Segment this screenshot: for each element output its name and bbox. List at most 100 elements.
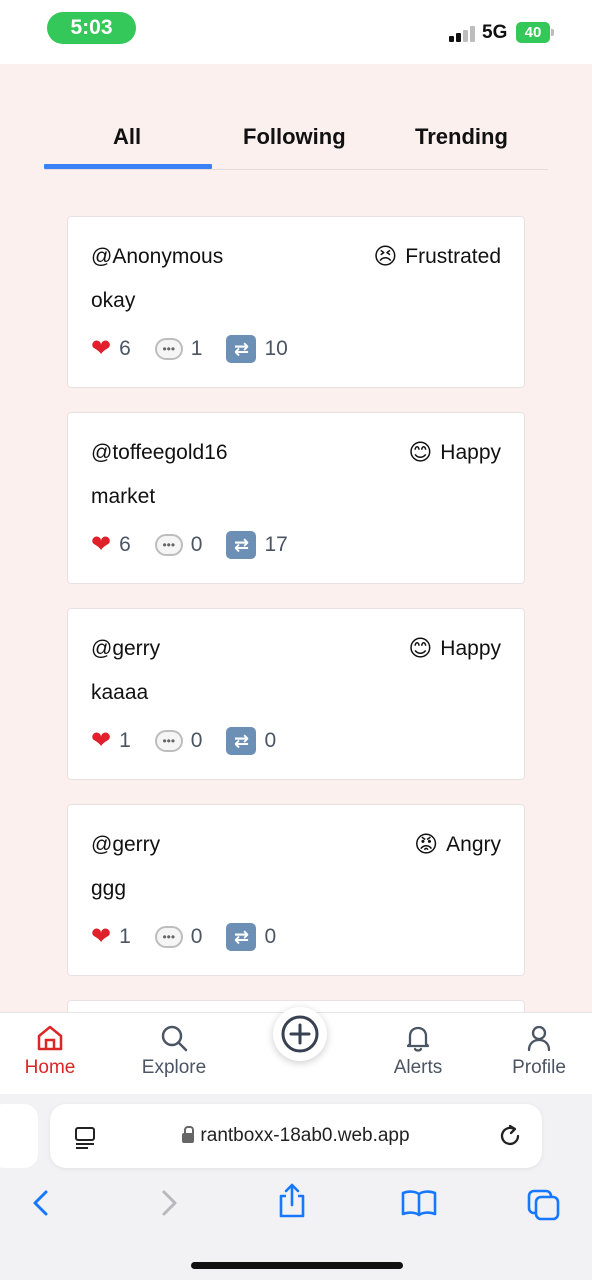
like-button[interactable]: ❤ 6 bbox=[91, 337, 131, 361]
back-arrow-icon[interactable] bbox=[28, 1188, 54, 1218]
network-type: 5G bbox=[482, 22, 508, 43]
post-username[interactable]: @toffeegold16 bbox=[91, 441, 228, 465]
post-stats: ❤ 6 ••• 0 ⇄ 17 bbox=[91, 531, 312, 559]
comment-bubble-icon: ••• bbox=[154, 730, 183, 752]
post-mood: 😊 Happy bbox=[408, 635, 501, 662]
like-button[interactable]: ❤ 1 bbox=[91, 729, 131, 753]
bookmarks-book-icon[interactable] bbox=[400, 1188, 438, 1218]
nav-profile[interactable]: Profile bbox=[489, 1023, 589, 1079]
forward-arrow-icon[interactable] bbox=[156, 1188, 182, 1218]
tabs-icon[interactable] bbox=[526, 1188, 562, 1222]
nav-explore[interactable]: Explore bbox=[124, 1023, 224, 1079]
comment-bubble-icon: ••• bbox=[154, 926, 183, 948]
share-icon[interactable] bbox=[276, 1182, 308, 1220]
post-mood-label: Angry bbox=[446, 832, 501, 856]
create-post-button[interactable] bbox=[273, 1007, 327, 1061]
like-count: 1 bbox=[119, 729, 131, 752]
comment-button[interactable]: ••• 1 bbox=[154, 337, 203, 361]
like-count: 1 bbox=[119, 925, 131, 948]
heart-icon: ❤ bbox=[91, 335, 112, 362]
repost-count: 17 bbox=[264, 533, 288, 556]
happy-emoji-icon: 😊 bbox=[408, 439, 433, 465]
repost-button[interactable]: ⇄ 10 bbox=[226, 335, 288, 363]
battery-icon: 40 bbox=[516, 22, 554, 43]
comment-button[interactable]: ••• 0 bbox=[154, 925, 203, 949]
heart-icon: ❤ bbox=[91, 727, 112, 754]
nav-explore-label: Explore bbox=[141, 1057, 207, 1078]
comment-button[interactable]: ••• 0 bbox=[154, 729, 203, 753]
post-text: ggg bbox=[91, 877, 127, 900]
post-mood-label: Happy bbox=[440, 636, 501, 660]
heart-icon: ❤ bbox=[91, 923, 112, 950]
post-text: market bbox=[91, 485, 156, 508]
post-card[interactable]: @Anonymous 😣 Frustrated okay ❤ 6 ••• 1 ⇄ 10 bbox=[67, 216, 525, 388]
post-stats: ❤ 1 ••• 0 ⇄ 0 bbox=[91, 727, 300, 755]
comment-button[interactable]: ••• 0 bbox=[154, 533, 203, 557]
active-tab-indicator bbox=[44, 164, 212, 169]
repost-count: 0 bbox=[264, 729, 277, 752]
nav-alerts[interactable]: Alerts bbox=[368, 1023, 468, 1079]
repost-button[interactable]: ⇄ 0 bbox=[226, 727, 276, 755]
post-username[interactable]: @gerry bbox=[91, 833, 160, 857]
url-text: rantboxx-18ab0.web.app bbox=[200, 1125, 410, 1146]
like-count: 6 bbox=[119, 337, 131, 360]
status-bar: 5:03 5G 40 bbox=[0, 0, 592, 64]
tab-following[interactable]: Following bbox=[243, 124, 346, 150]
tab-trending[interactable]: Trending bbox=[415, 124, 508, 150]
repeat-icon: ⇄ bbox=[226, 335, 257, 363]
comment-count: 0 bbox=[190, 729, 203, 752]
post-mood: 😣 Frustrated bbox=[373, 243, 501, 270]
post-mood: 😊 Happy bbox=[408, 439, 501, 466]
like-count: 6 bbox=[119, 533, 131, 556]
repost-count: 10 bbox=[264, 337, 288, 360]
post-card[interactable]: @gerry 😊 Happy kaaaa ❤ 1 ••• 0 ⇄ 0 bbox=[67, 608, 525, 780]
tab-all[interactable]: All bbox=[113, 124, 141, 150]
repeat-icon: ⇄ bbox=[226, 531, 257, 559]
comment-bubble-icon: ••• bbox=[154, 338, 183, 360]
post-username[interactable]: @gerry bbox=[91, 637, 160, 661]
post-text: kaaaa bbox=[91, 681, 149, 704]
home-icon bbox=[37, 1025, 63, 1051]
nav-alerts-label: Alerts bbox=[393, 1057, 443, 1078]
lock-icon bbox=[182, 1126, 195, 1143]
post-stats: ❤ 6 ••• 1 ⇄ 10 bbox=[91, 335, 312, 363]
post-mood-label: Happy bbox=[440, 440, 501, 464]
post-card[interactable]: @toffeegold16 😊 Happy market ❤ 6 ••• 0 ⇄ 17 bbox=[67, 412, 525, 584]
previous-tab-preview[interactable] bbox=[0, 1104, 38, 1168]
repeat-icon: ⇄ bbox=[226, 727, 257, 755]
happy-emoji-icon: 😊 bbox=[408, 635, 433, 661]
repost-count: 0 bbox=[264, 925, 277, 948]
nav-profile-label: Profile bbox=[512, 1057, 566, 1078]
repost-button[interactable]: ⇄ 17 bbox=[226, 531, 288, 559]
plus-circle-icon bbox=[281, 1015, 319, 1053]
like-button[interactable]: ❤ 1 bbox=[91, 925, 131, 949]
angry-emoji-icon: 😡 bbox=[414, 831, 439, 857]
feed-tabs: All Following Trending bbox=[44, 64, 548, 170]
nav-home[interactable]: Home bbox=[0, 1023, 100, 1079]
address-bar[interactable]: rantboxx-18ab0.web.app bbox=[50, 1104, 542, 1168]
browser-chrome: rantboxx-18ab0.web.app bbox=[0, 1094, 592, 1280]
battery-level: 40 bbox=[524, 24, 542, 41]
like-button[interactable]: ❤ 6 bbox=[91, 533, 131, 557]
comment-bubble-icon: ••• bbox=[154, 534, 183, 556]
home-indicator bbox=[191, 1262, 403, 1269]
bell-icon bbox=[406, 1026, 430, 1052]
search-icon bbox=[161, 1025, 188, 1052]
post-text: okay bbox=[91, 289, 136, 312]
heart-icon: ❤ bbox=[91, 531, 112, 558]
url-display[interactable]: rantboxx-18ab0.web.app bbox=[50, 1104, 542, 1168]
comment-count: 0 bbox=[190, 533, 203, 556]
user-icon bbox=[527, 1025, 551, 1052]
status-time: 5:03 bbox=[47, 12, 136, 44]
feed-area[interactable]: All Following Trending @Anonymous 😣 Frus… bbox=[0, 64, 592, 1014]
repost-button[interactable]: ⇄ 0 bbox=[226, 923, 276, 951]
cellular-signal-icon bbox=[449, 26, 477, 42]
comment-count: 1 bbox=[190, 337, 203, 360]
nav-home-label: Home bbox=[24, 1057, 76, 1078]
comment-count: 0 bbox=[190, 925, 203, 948]
post-username[interactable]: @Anonymous bbox=[91, 245, 223, 269]
post-mood: 😡 Angry bbox=[414, 831, 501, 858]
reload-icon[interactable] bbox=[496, 1122, 524, 1150]
post-card[interactable]: @gerry 😡 Angry ggg ❤ 1 ••• 0 ⇄ 0 bbox=[67, 804, 525, 976]
frustrated-emoji-icon: 😣 bbox=[373, 243, 398, 269]
